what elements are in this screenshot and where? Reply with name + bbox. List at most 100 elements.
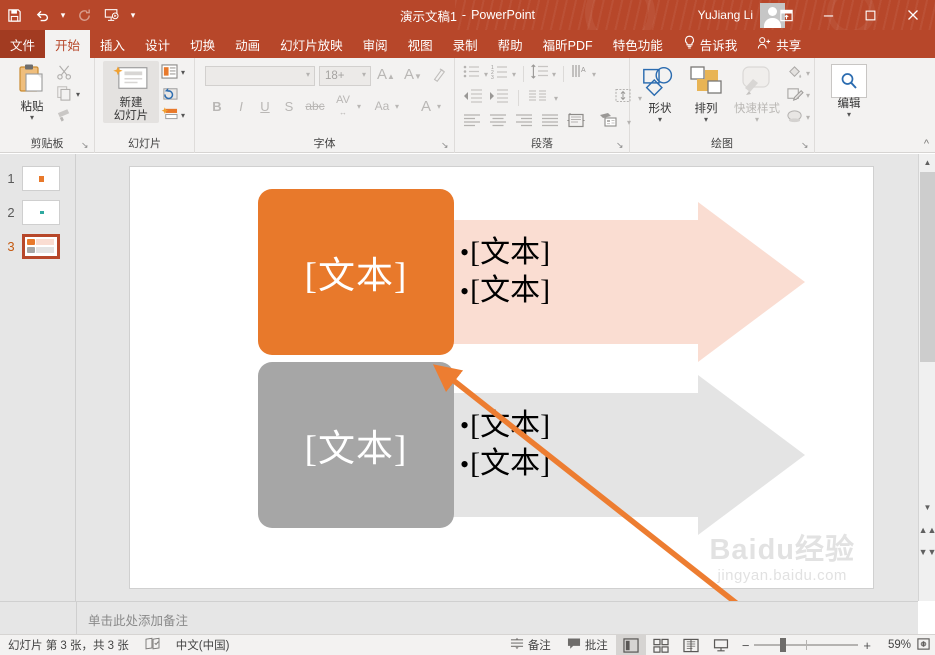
shape-effects-button[interactable]	[786, 108, 804, 130]
zoom-in-button[interactable]: +	[863, 638, 871, 653]
decrease-font-size-button[interactable]: A▼	[404, 66, 422, 83]
notes-button[interactable]: 备注	[502, 635, 559, 655]
tab-insert[interactable]: 插入	[90, 30, 135, 58]
arrange-dropdown-icon[interactable]: ▾	[704, 116, 708, 124]
font-size-dropdown-icon[interactable]: ▾	[362, 70, 366, 79]
editing-button[interactable]: 编辑 ▾	[827, 64, 871, 119]
zoom-out-button[interactable]: −	[742, 638, 750, 653]
notes-placeholder[interactable]: 单击此处添加备注	[88, 610, 188, 629]
tab-record[interactable]: 录制	[443, 30, 488, 58]
text-direction-button[interactable]: A	[571, 64, 589, 84]
font-dialog-launcher[interactable]: ↘	[441, 140, 451, 150]
tab-foxit-pdf[interactable]: 福昕PDF	[533, 30, 603, 58]
view-slideshow-button[interactable]	[706, 635, 736, 655]
language-label[interactable]: 中文(中国)	[168, 635, 238, 655]
previous-slide-icon[interactable]: ▲▲	[919, 520, 935, 539]
text-shadow-button[interactable]: S	[277, 99, 301, 114]
justify-button[interactable]	[541, 113, 559, 132]
smartart-box-2[interactable]: [文本]	[258, 362, 454, 528]
font-name-input[interactable]: ▾	[205, 66, 315, 86]
thumbnail-image-2[interactable]	[22, 199, 60, 225]
character-spacing-dropdown-icon[interactable]: ▾	[357, 102, 369, 111]
tab-help[interactable]: 帮助	[488, 30, 533, 58]
thumbnail-image-3[interactable]	[22, 233, 60, 259]
shapes-button[interactable]: 形状 ▾	[638, 64, 682, 124]
text-direction-dropdown-icon[interactable]: ▾	[592, 70, 596, 79]
align-left-button[interactable]	[463, 113, 481, 132]
numbering-button[interactable]: 123	[491, 64, 509, 84]
zoom-level-label[interactable]: 59%	[877, 639, 911, 651]
underline-button[interactable]: U	[253, 99, 277, 114]
maximize-icon[interactable]	[849, 0, 891, 30]
tab-transitions[interactable]: 切换	[180, 30, 225, 58]
thumbnail-slide-2[interactable]: 2	[0, 194, 76, 230]
text-box-button[interactable]	[567, 112, 585, 133]
scrollbar-thumb[interactable]	[920, 172, 935, 362]
tab-home[interactable]: 开始	[45, 30, 91, 58]
decrease-indent-button[interactable]	[463, 88, 483, 108]
new-slide-button[interactable]: 新建 幻灯片	[103, 61, 159, 123]
zoom-slider[interactable]: − +	[736, 638, 877, 653]
increase-font-size-button[interactable]: A▲	[377, 66, 395, 83]
close-icon[interactable]	[891, 0, 935, 30]
chevron-up-icon[interactable]: ^	[924, 138, 929, 150]
section-button[interactable]	[161, 106, 178, 127]
font-color-button[interactable]: A	[415, 98, 437, 115]
shape-outline-dropdown-icon[interactable]: ▾	[806, 91, 810, 100]
tab-featured[interactable]: 特色功能	[603, 30, 673, 58]
italic-button[interactable]: I	[229, 99, 253, 114]
line-spacing-button[interactable]	[531, 64, 549, 84]
bullets-dropdown-icon[interactable]: ▾	[484, 70, 488, 79]
line-spacing-dropdown-icon[interactable]: ▾	[552, 70, 556, 79]
align-right-button[interactable]	[515, 113, 533, 132]
zoom-handle[interactable]	[780, 638, 787, 652]
change-case-button[interactable]: Aa	[369, 99, 395, 113]
character-spacing-button[interactable]: AV ↔	[329, 94, 357, 118]
zoom-track[interactable]	[754, 638, 859, 652]
editing-dropdown-icon[interactable]: ▾	[847, 111, 851, 119]
smartart-box-1[interactable]: [文本]	[258, 189, 454, 355]
share-button[interactable]: 共享	[747, 30, 811, 58]
view-slide-sorter-button[interactable]	[646, 635, 676, 655]
columns-dropdown-icon[interactable]: ▾	[554, 94, 558, 103]
quick-styles-button[interactable]: 快速样式 ▾	[730, 64, 784, 124]
shape-effects-dropdown-icon[interactable]: ▾	[806, 113, 810, 122]
ribbon-display-options-icon[interactable]	[765, 0, 807, 30]
tab-file[interactable]: 文件	[0, 30, 46, 58]
drawing-dialog-launcher[interactable]: ↘	[801, 140, 811, 150]
fit-to-window-button[interactable]	[911, 637, 935, 654]
tab-review[interactable]: 审阅	[353, 30, 398, 58]
view-reading-button[interactable]	[676, 635, 706, 655]
numbering-dropdown-icon[interactable]: ▾	[512, 70, 516, 79]
reset-slide-button[interactable]	[161, 85, 178, 106]
shapes-dropdown-icon[interactable]: ▾	[658, 116, 662, 124]
view-normal-button[interactable]	[615, 634, 646, 655]
copy-dropdown-icon[interactable]: ▾	[76, 91, 80, 99]
clear-formatting-button[interactable]	[431, 67, 447, 88]
cut-button[interactable]	[56, 64, 73, 86]
thumbnail-slide-3[interactable]: 3	[0, 228, 76, 264]
layout-dropdown-icon[interactable]: ▾	[181, 69, 185, 77]
clipboard-dialog-launcher[interactable]: ↘	[81, 140, 91, 150]
section-dropdown-icon[interactable]: ▾	[181, 112, 185, 120]
slide-layout-button[interactable]	[161, 64, 178, 84]
convert-to-smartart-button[interactable]	[599, 112, 619, 133]
next-slide-icon[interactable]: ▼▼	[919, 542, 935, 561]
quick-styles-dropdown-icon[interactable]: ▾	[755, 116, 759, 124]
shape-fill-dropdown-icon[interactable]: ▾	[806, 69, 810, 78]
font-color-dropdown-icon[interactable]: ▾	[437, 102, 449, 111]
scroll-down-icon[interactable]: ▼	[919, 499, 935, 516]
tab-design[interactable]: 设计	[135, 30, 180, 58]
thumbnail-slide-1[interactable]: 1	[0, 160, 76, 196]
slide-canvas[interactable]: [文本] • [文本] • [文本] [文本] • [文本] • [文本] Ba…	[129, 166, 874, 589]
columns-button[interactable]	[528, 89, 548, 108]
minimize-icon[interactable]	[807, 0, 849, 30]
tab-view[interactable]: 视图	[398, 30, 443, 58]
paragraph-dialog-launcher[interactable]: ↘	[616, 140, 626, 150]
smartart-bullets-2[interactable]: • [文本] • [文本]	[460, 390, 720, 500]
vertical-scrollbar[interactable]: ▲ ▼ ▲▲ ▼▼	[918, 154, 935, 601]
paste-dropdown-icon[interactable]: ▾	[30, 114, 34, 122]
comments-button[interactable]: 批注	[559, 635, 616, 655]
paste-button[interactable]: 粘贴 ▾	[8, 62, 56, 122]
scroll-up-icon[interactable]: ▲	[919, 154, 935, 171]
